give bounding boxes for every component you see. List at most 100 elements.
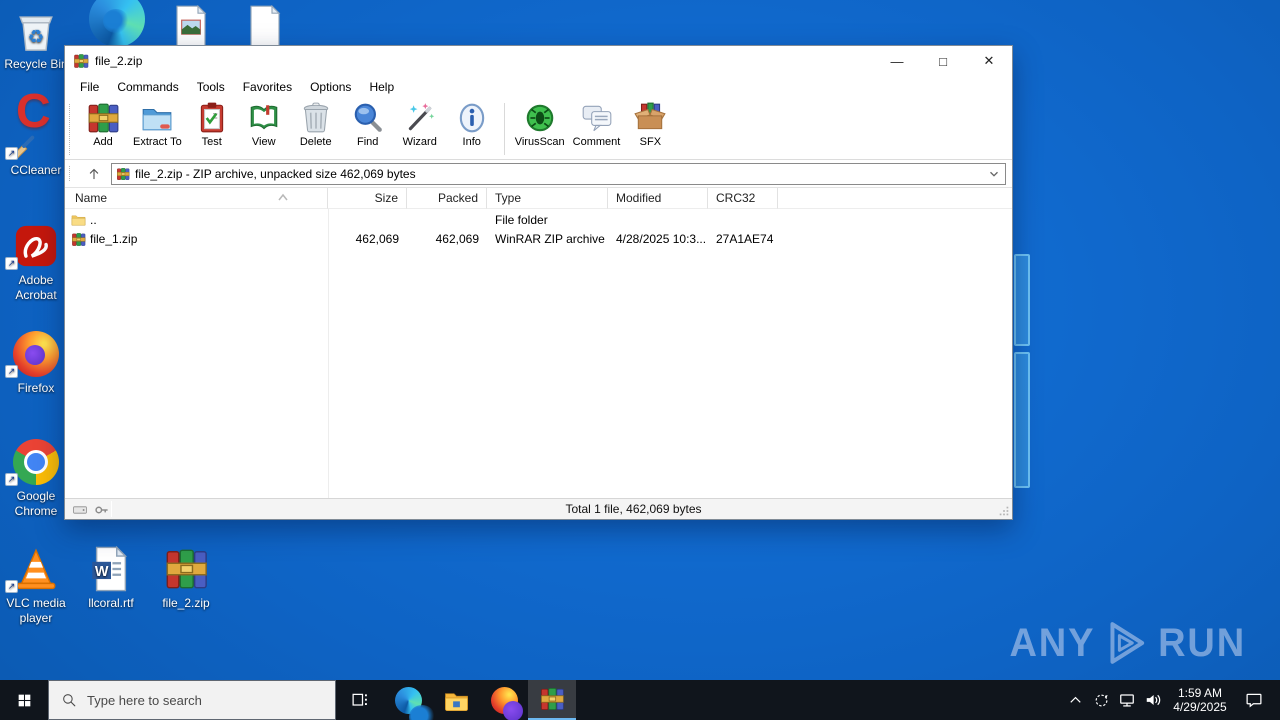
folder-icon: [71, 213, 86, 228]
winrar-icon: [539, 686, 565, 712]
maximize-button[interactable]: □: [920, 46, 966, 76]
firefox-icon: [13, 331, 59, 377]
watermark-text-any: ANY: [1009, 620, 1096, 665]
column-header-modified[interactable]: Modified: [608, 188, 708, 209]
list-header-row: Name Size Packed Type Modified CRC32: [65, 188, 1012, 209]
taskbar-winrar-button[interactable]: [528, 680, 576, 720]
menu-file[interactable]: File: [71, 80, 108, 94]
close-button[interactable]: ✕: [966, 46, 1012, 76]
desktop-icon-vlc[interactable]: ↗ VLC media player: [3, 545, 69, 626]
anyrun-watermark: ANY RUN: [1009, 618, 1246, 668]
file-type: File folder: [495, 213, 548, 227]
toolbar-wizard-button[interactable]: Wizard: [394, 100, 446, 148]
resize-grip[interactable]: [998, 505, 1010, 517]
toolbar-extract-button[interactable]: Extract To: [129, 100, 186, 148]
menu-tools[interactable]: Tools: [188, 80, 234, 94]
title-bar[interactable]: file_2.zip — □ ✕: [65, 46, 1012, 76]
desktop-icon-image-file[interactable]: [158, 4, 224, 51]
action-center-button[interactable]: [1234, 680, 1274, 720]
toolbar-add-button[interactable]: Add: [77, 100, 129, 148]
sfx-box-icon: [633, 101, 667, 135]
desktop-icon-edge[interactable]: [84, 0, 150, 49]
desktop-icon-firefox[interactable]: ↗ Firefox: [3, 330, 69, 396]
minimize-button[interactable]: —: [874, 46, 920, 76]
taskbar-firefox-button[interactable]: [480, 680, 528, 720]
toolbar-comment-button[interactable]: Comment: [569, 100, 625, 148]
edge-icon: [89, 0, 145, 47]
toolbar-find-button[interactable]: Find: [342, 100, 394, 148]
desktop-icon-label: Recycle Bin: [4, 57, 68, 71]
taskbar: 1:59 AM 4/29/2025: [0, 680, 1280, 720]
menu-favorites[interactable]: Favorites: [234, 80, 301, 94]
menu-help[interactable]: Help: [360, 80, 403, 94]
window-title: file_2.zip: [95, 54, 143, 68]
column-header-packed[interactable]: Packed: [407, 188, 487, 209]
desktop-icon-google-chrome[interactable]: ↗ Google Chrome: [3, 438, 69, 519]
shortcut-arrow-icon: ↗: [5, 365, 18, 378]
file-modified: 4/28/2025 10:3...: [616, 232, 707, 246]
shortcut-arrow-icon: ↗: [5, 257, 18, 270]
vlc-icon: [13, 546, 59, 592]
desktop-icon-llcoral-rtf[interactable]: llcoral.rtf: [78, 545, 144, 611]
table-row-parent-dir[interactable]: .. File folder: [65, 211, 1012, 230]
address-combobox[interactable]: file_2.zip - ZIP archive, unpacked size …: [111, 162, 1006, 185]
tray-volume-button[interactable]: [1140, 680, 1166, 720]
find-magnifier-icon: [351, 101, 385, 135]
taskbar-explorer-button[interactable]: [432, 680, 480, 720]
menu-bar: File Commands Tools Favorites Options He…: [65, 76, 1012, 98]
desktop-icon-adobe-acrobat[interactable]: ↗ Adobe Acrobat: [3, 222, 69, 303]
column-separator-line: [328, 188, 329, 498]
image-file-icon: [172, 5, 210, 47]
delete-trash-icon: [299, 101, 333, 135]
toolbar-view-button[interactable]: View: [238, 100, 290, 148]
search-input[interactable]: [87, 692, 323, 708]
file-name: ..: [90, 213, 97, 227]
task-view-button[interactable]: [336, 680, 384, 720]
winrar-app-icon: [73, 53, 89, 69]
key-icon[interactable]: [94, 502, 110, 518]
table-row-file1-zip[interactable]: file_1.zip 462,069 462,069 WinRAR ZIP ar…: [65, 230, 1012, 249]
start-button[interactable]: [0, 680, 48, 720]
view-book-icon: [247, 101, 281, 135]
network-icon: [1117, 690, 1137, 710]
chevron-down-icon[interactable]: [987, 167, 1001, 181]
menu-commands[interactable]: Commands: [108, 80, 187, 94]
desktop-icon-file2-zip[interactable]: file_2.zip: [153, 545, 219, 611]
address-text: file_2.zip - ZIP archive, unpacked size …: [135, 166, 416, 181]
up-one-level-button[interactable]: [81, 163, 107, 185]
desktop-icon-ccleaner[interactable]: C ↗ CCleaner: [3, 88, 69, 178]
column-header-filler: [778, 188, 1012, 209]
toolbar-test-button[interactable]: Test: [186, 100, 238, 148]
desktop-icon-label: Google Chrome: [14, 489, 58, 518]
menu-options[interactable]: Options: [301, 80, 360, 94]
file-size: 462,069: [355, 232, 399, 246]
desktop-icon-label: llcoral.rtf: [88, 596, 134, 610]
desktop-icon-label: CCleaner: [10, 163, 62, 177]
toolbar-sfx-button[interactable]: SFX: [624, 100, 676, 148]
winrar-archive-icon: [116, 167, 130, 181]
tray-circle-button[interactable]: [1088, 680, 1114, 720]
address-bar-row: file_2.zip - ZIP archive, unpacked size …: [65, 160, 1012, 188]
toolbar-virusscan-button[interactable]: VirusScan: [511, 100, 569, 148]
system-tray: 1:59 AM 4/29/2025: [1062, 680, 1280, 720]
tray-network-button[interactable]: [1114, 680, 1140, 720]
adobe-acrobat-icon: [13, 223, 59, 269]
taskbar-search[interactable]: [48, 680, 336, 720]
column-header-type[interactable]: Type: [487, 188, 608, 209]
chevron-up-icon: [1066, 691, 1085, 710]
tray-show-hidden-button[interactable]: [1062, 680, 1088, 720]
recycle-bin-icon: [13, 7, 59, 53]
file-list: Name Size Packed Type Modified CRC32 .. …: [65, 188, 1012, 498]
toolbar-separator: [503, 103, 505, 155]
desktop-icon-recycle-bin[interactable]: Recycle Bin: [3, 6, 69, 72]
toolbar-delete-button[interactable]: Delete: [290, 100, 342, 148]
taskbar-clock[interactable]: 1:59 AM 4/29/2025: [1166, 686, 1234, 714]
column-header-crc32[interactable]: CRC32: [708, 188, 778, 209]
desktop-icon-label: Adobe Acrobat: [15, 273, 57, 302]
toolbar-info-button[interactable]: Info: [446, 100, 498, 148]
column-header-size[interactable]: Size: [328, 188, 407, 209]
drive-icon[interactable]: [71, 502, 89, 518]
taskbar-edge-button[interactable]: [384, 680, 435, 720]
desktop-icon-document-file[interactable]: [232, 4, 298, 51]
extract-folder-icon: [140, 101, 174, 135]
